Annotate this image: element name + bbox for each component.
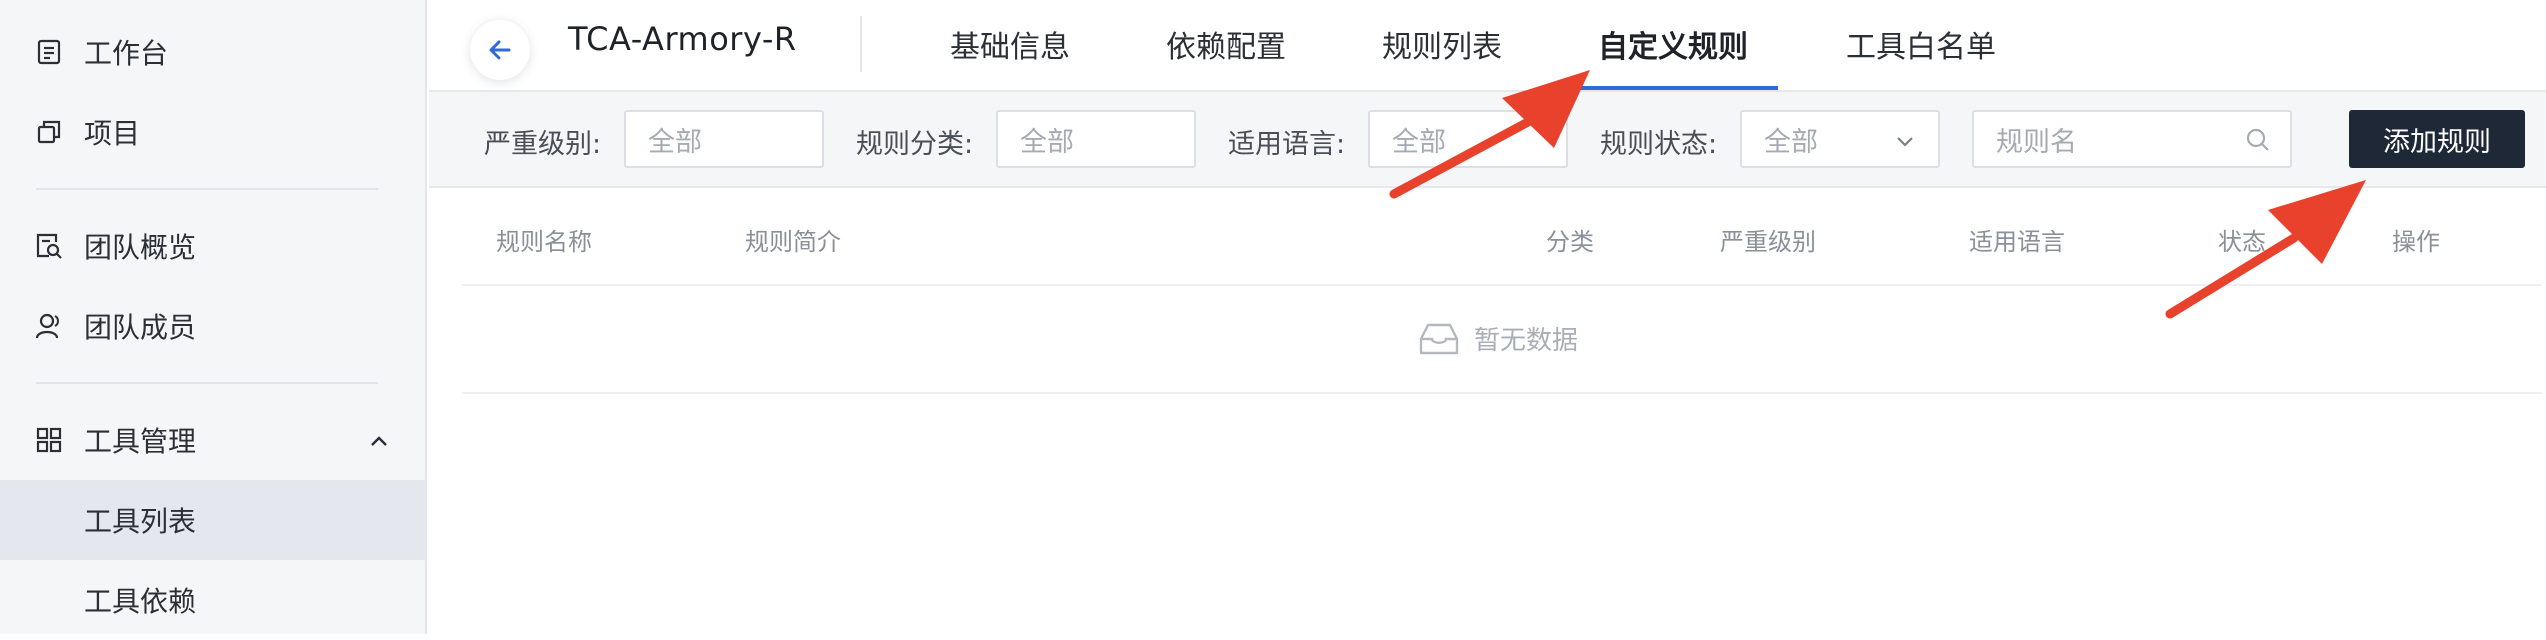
- tab-tool-whitelist[interactable]: 工具白名单: [1846, 22, 1996, 66]
- sidebar-item-team-overview[interactable]: 团队概览: [0, 206, 425, 286]
- sidebar-item-tool-dependency[interactable]: 工具依赖: [0, 560, 425, 640]
- search-input[interactable]: 规则名: [1972, 110, 2292, 168]
- column-header-actions: 操作: [2392, 228, 2440, 256]
- language-label: 适用语言:: [1228, 129, 1346, 160]
- sidebar-item-project[interactable]: 项目: [0, 92, 425, 172]
- sidebar: 工作台 项目 团队概览 团队成员 工具管理 工具列表 工具依赖: [0, 0, 427, 634]
- search-doc-icon: [34, 231, 64, 261]
- sidebar-divider: [36, 188, 378, 190]
- empty-text: 暂无数据: [1474, 326, 1579, 356]
- tab-basic-info[interactable]: 基础信息: [950, 22, 1070, 66]
- document-icon: [34, 37, 64, 67]
- table-bottom-divider: [462, 392, 2542, 394]
- column-header-language: 适用语言: [1969, 228, 2065, 256]
- sidebar-item-label: 工具管理: [84, 425, 197, 458]
- column-header-rule-summary: 规则简介: [745, 228, 841, 256]
- add-rule-button[interactable]: 添加规则: [2349, 110, 2525, 168]
- tab-custom-rules[interactable]: 自定义规则: [1598, 22, 1748, 66]
- category-select[interactable]: 全部: [996, 110, 1196, 168]
- sidebar-item-tool-list[interactable]: 工具列表: [0, 480, 425, 560]
- copy-icon: [34, 117, 64, 147]
- chevron-down-icon: [1897, 137, 1913, 147]
- column-header-severity: 严重级别: [1720, 228, 1816, 256]
- back-button[interactable]: [470, 20, 530, 80]
- tab-dependency-config[interactable]: 依赖配置: [1166, 22, 1286, 66]
- sidebar-item-label: 项目: [84, 117, 141, 150]
- sidebar-item-label: 工具依赖: [84, 585, 197, 618]
- sidebar-item-label: 工作台: [84, 37, 169, 70]
- status-select[interactable]: 全部: [1740, 110, 1940, 168]
- arrow-to-add-rule-button: [2165, 180, 2366, 319]
- category-label: 规则分类:: [856, 129, 974, 160]
- column-header-category: 分类: [1546, 228, 1594, 256]
- chevron-up-icon[interactable]: [367, 428, 391, 452]
- search-icon: [2246, 128, 2269, 151]
- sidebar-item-team-members[interactable]: 团队成员: [0, 286, 425, 366]
- language-select[interactable]: 全部: [1368, 110, 1568, 168]
- sidebar-item-label: 工具列表: [84, 505, 197, 538]
- user-icon: [34, 311, 64, 341]
- sidebar-item-label: 团队成员: [84, 311, 197, 344]
- inbox-icon: [1419, 323, 1459, 354]
- status-label: 规则状态:: [1600, 129, 1718, 160]
- grid-icon: [34, 425, 64, 455]
- sidebar-item-tool-management[interactable]: 工具管理: [0, 400, 425, 480]
- column-header-status: 状态: [2218, 228, 2266, 256]
- status-select-value: 全部: [1764, 126, 1818, 158]
- column-header-rule-name: 规则名称: [496, 228, 592, 256]
- severity-label: 严重级别:: [484, 129, 602, 160]
- tab-rule-list[interactable]: 规则列表: [1382, 22, 1502, 66]
- active-tab-indicator: [1580, 86, 1778, 90]
- severity-select[interactable]: 全部: [624, 110, 824, 168]
- arrow-left-icon: [489, 40, 511, 60]
- table-header-divider: [462, 284, 2542, 286]
- page-title: TCA-Armory-R: [568, 20, 797, 58]
- sidebar-item-label: 团队概览: [84, 231, 197, 264]
- sidebar-divider: [36, 382, 378, 384]
- header-divider: [860, 16, 862, 72]
- empty-state: 暂无数据: [1418, 320, 1578, 357]
- sidebar-item-workbench[interactable]: 工作台: [0, 12, 425, 92]
